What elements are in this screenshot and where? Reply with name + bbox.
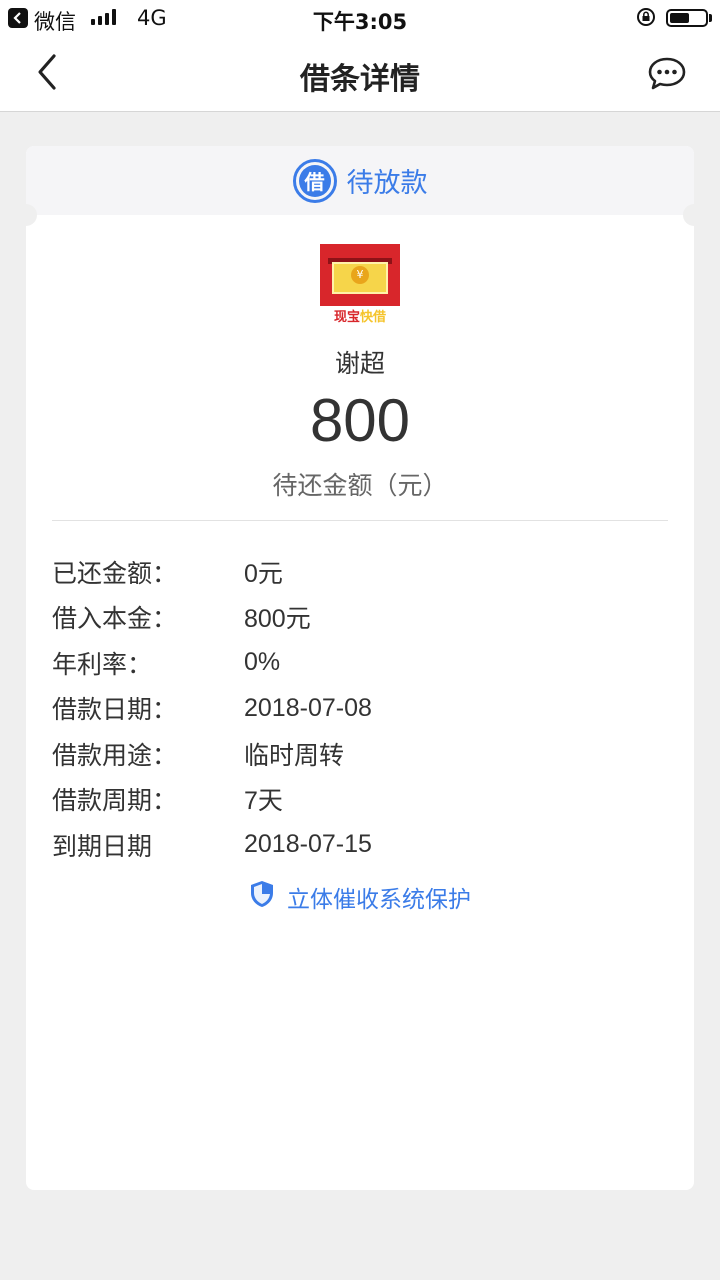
- detail-row-due-date: 到期日期 2018-07-15: [52, 822, 668, 868]
- detail-label: 借款日期：: [52, 695, 178, 725]
- detail-row-loan-date: 借款日期： 2018-07-08: [52, 686, 668, 732]
- detail-row-principal: 借入本金： 800元: [52, 595, 668, 641]
- divider: [52, 520, 668, 521]
- detail-label: 借款用途：: [52, 740, 178, 770]
- logo-coin: ¥: [351, 266, 369, 284]
- battery-cap: [709, 14, 712, 22]
- status-time: 下午3:05: [312, 10, 408, 34]
- logo-text-part1: 现宝: [333, 310, 360, 325]
- battery-icon: [666, 9, 708, 27]
- detail-label: 年利率：: [52, 649, 153, 679]
- detail-row-purpose: 借款用途： 临时周转: [52, 731, 668, 777]
- detail-label: 借款周期：: [52, 786, 178, 816]
- loan-status-header: 借 待放款: [26, 146, 694, 215]
- loan-status-icon: 借: [292, 158, 337, 203]
- ticket-notch-right: [683, 204, 705, 226]
- logo-text: 现宝快借: [320, 306, 400, 330]
- status-bar: 微信 4G 下午3:05: [0, 0, 720, 36]
- detail-value: 7天: [244, 787, 283, 816]
- detail-row-repaid: 已还金额： 0元: [52, 549, 668, 595]
- battery-level: [670, 13, 689, 23]
- detail-value: 2018-07-15: [244, 830, 372, 859]
- lender-logo: ¥ 现宝快借: [320, 244, 400, 330]
- detail-row-interest-rate: 年利率： 0%: [52, 640, 668, 686]
- logo-text-part2: 快借: [360, 310, 387, 325]
- ticket-notch-left: [15, 204, 37, 226]
- detail-value: 0元: [244, 559, 283, 588]
- loan-status-icon-char: 借: [298, 164, 331, 197]
- outstanding-amount-label: 待还金额（元）: [272, 471, 448, 500]
- rotation-lock-icon: [636, 7, 656, 32]
- protection-text: 立体催收系统保护: [287, 887, 471, 913]
- detail-label: 借入本金：: [52, 604, 178, 634]
- detail-label: 已还金额：: [52, 558, 178, 588]
- detail-value: 2018-07-08: [244, 693, 372, 722]
- loan-status-label: 待放款: [346, 168, 428, 199]
- borrower-name: 谢超: [334, 349, 385, 378]
- detail-label: 到期日期: [52, 831, 153, 861]
- detail-value: 临时周转: [244, 741, 345, 770]
- loan-detail-card: 借 待放款 ¥ 现宝快借 谢超 800 待还金额（元） 已还金额： 0元 借入本…: [15, 146, 705, 1190]
- shield-icon: [249, 880, 275, 914]
- navigation-bar: 借条详情: [0, 36, 720, 112]
- detail-row-term: 借款周期： 7天: [52, 777, 668, 823]
- detail-value: 0%: [244, 648, 281, 677]
- page-title: 借条详情: [300, 62, 420, 97]
- chat-bubble-icon[interactable]: [646, 54, 688, 94]
- protection-link[interactable]: 立体催收系统保护: [26, 880, 694, 914]
- outstanding-amount: 800: [309, 387, 411, 454]
- detail-value: 800元: [244, 605, 311, 634]
- loan-details-list: 已还金额： 0元 借入本金： 800元 年利率： 0% 借款日期： 2018-0…: [52, 549, 668, 868]
